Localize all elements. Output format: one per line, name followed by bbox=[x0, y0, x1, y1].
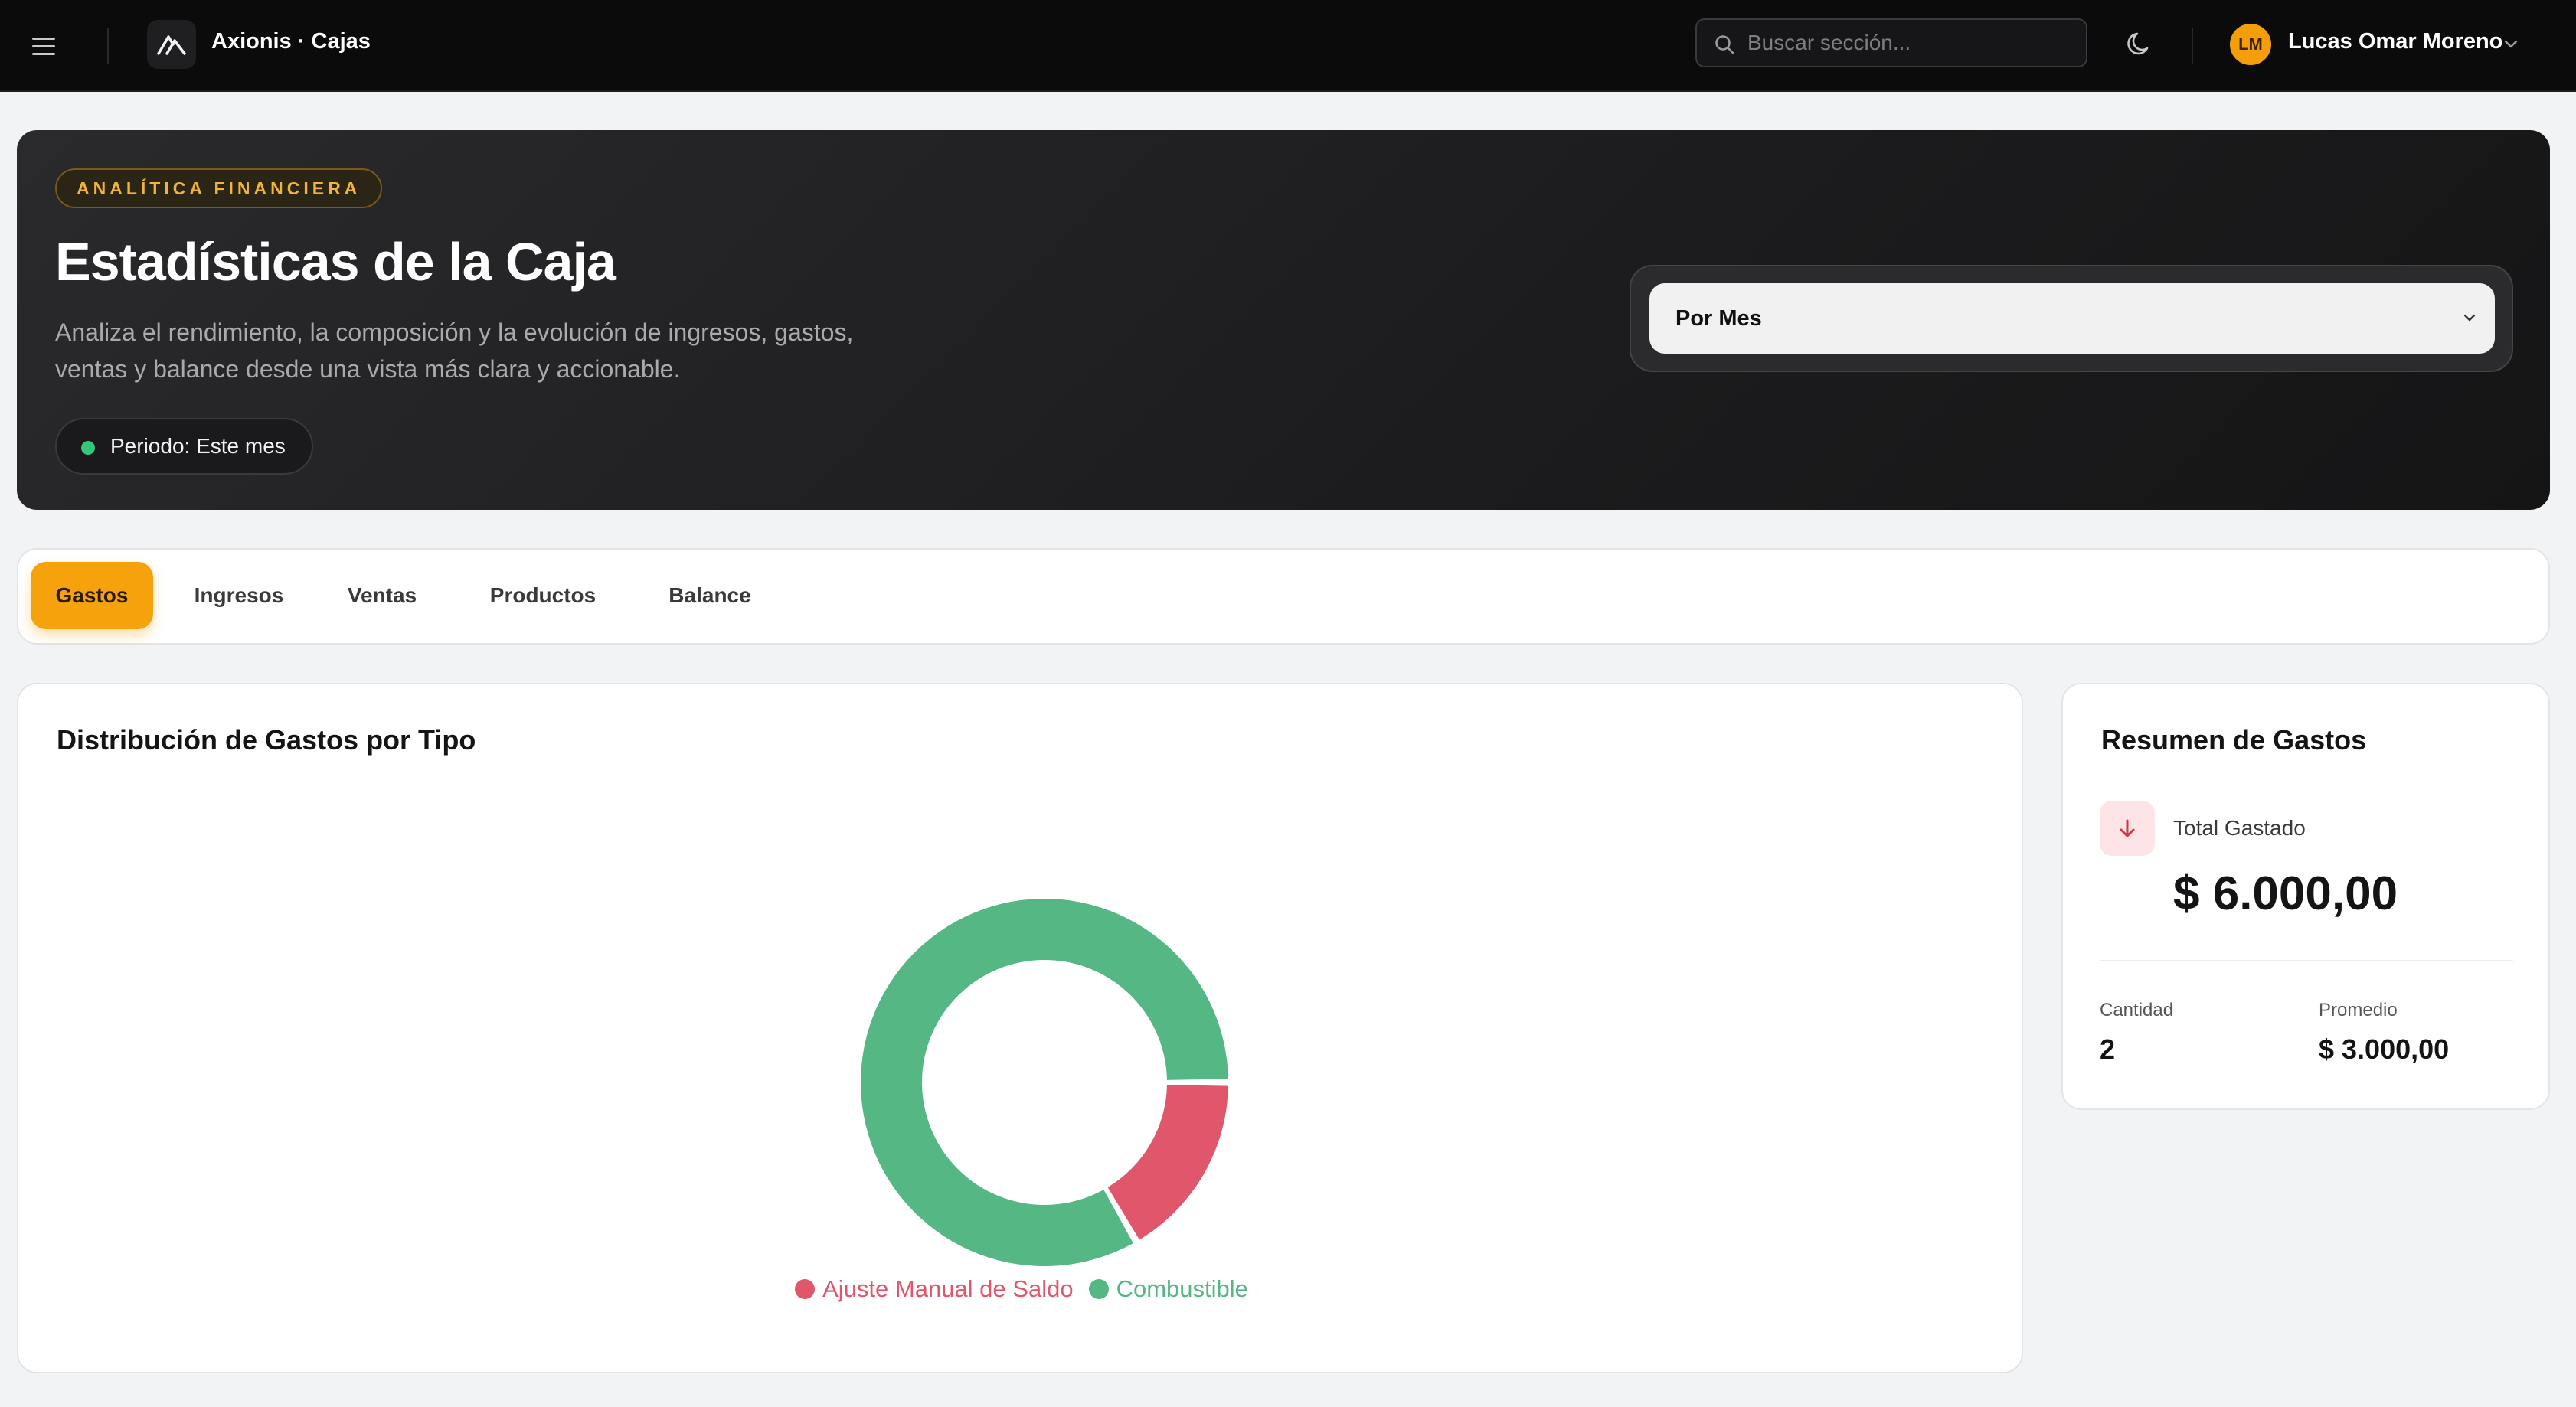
legend-label: Combustible bbox=[1116, 1275, 1248, 1302]
tab-ventas[interactable]: Ventas bbox=[325, 562, 440, 629]
tab-ingresos[interactable]: Ingresos bbox=[178, 562, 300, 629]
legend-label: Ajuste Manual de Saldo bbox=[822, 1275, 1074, 1302]
avatar[interactable]: LM bbox=[2230, 24, 2271, 65]
total-label: Total Gastado bbox=[2173, 816, 2306, 840]
chevron-down-icon[interactable] bbox=[2501, 34, 2521, 54]
count-label: Cantidad bbox=[2100, 1000, 2174, 1020]
count-value: 2 bbox=[2100, 1033, 2116, 1065]
donut-slice-1[interactable] bbox=[1107, 1085, 1228, 1240]
topbar-divider bbox=[107, 28, 109, 64]
tab-gastos[interactable]: Gastos bbox=[31, 562, 153, 629]
search-input[interactable] bbox=[1747, 31, 2069, 55]
hero-panel: ANALÍTICA FINANCIERA Estadísticas de la … bbox=[17, 130, 2550, 510]
period-select-container: Por Mes bbox=[1630, 265, 2513, 372]
period-label: Periodo: Este mes bbox=[110, 434, 286, 458]
tab-productos[interactable]: Productos bbox=[463, 562, 623, 629]
tab-balance[interactable]: Balance bbox=[645, 562, 775, 629]
user-name[interactable]: Lucas Omar Moreno bbox=[2288, 29, 2502, 54]
period-select[interactable]: Por Mes bbox=[1649, 283, 2495, 354]
chevron-down-icon bbox=[2463, 314, 2476, 322]
logo-icon[interactable] bbox=[147, 20, 196, 69]
brand-name[interactable]: Axionis · Cajas bbox=[211, 29, 371, 54]
total-value: $ 6.000,00 bbox=[2173, 867, 2398, 920]
top-bar: Axionis · Cajas LM Lucas Omar Moreno bbox=[0, 0, 2576, 92]
average-label: Promedio bbox=[2319, 1000, 2398, 1020]
chart-card: Distribución de Gastos por Tipo Ajuste M… bbox=[17, 683, 2023, 1373]
page-title: Estadísticas de la Caja bbox=[55, 232, 616, 292]
arrow-down-icon bbox=[2100, 801, 2155, 856]
moon-icon[interactable] bbox=[2124, 28, 2156, 60]
summary-title: Resumen de Gastos bbox=[2101, 724, 2367, 756]
page-description: Analiza el rendimiento, la composición y… bbox=[55, 318, 854, 383]
chart-legend: Ajuste Manual de Saldo Combustible bbox=[18, 1275, 2025, 1303]
section-tag: ANALÍTICA FINANCIERA bbox=[55, 168, 383, 208]
menu-icon[interactable] bbox=[29, 31, 60, 61]
period-select-value: Por Mes bbox=[1675, 305, 1762, 331]
divider bbox=[2100, 960, 2513, 961]
legend-item[interactable]: Combustible bbox=[1088, 1275, 1248, 1303]
status-dot bbox=[81, 441, 95, 455]
period-badge: Periodo: Este mes bbox=[55, 418, 313, 475]
tab-bar: Gastos Ingresos Ventas Productos Balance bbox=[17, 548, 2550, 645]
legend-dot bbox=[795, 1279, 816, 1299]
legend-item[interactable]: Ajuste Manual de Saldo bbox=[795, 1275, 1074, 1303]
summary-card: Resumen de Gastos Total Gastado $ 6.000,… bbox=[2061, 683, 2550, 1110]
donut-chart bbox=[861, 899, 1228, 1266]
legend-dot bbox=[1088, 1279, 1109, 1299]
average-value: $ 3.000,00 bbox=[2319, 1033, 2450, 1065]
search-icon bbox=[1715, 35, 1734, 54]
chart-title: Distribución de Gastos por Tipo bbox=[57, 724, 476, 756]
topbar-divider bbox=[2192, 28, 2193, 64]
search-box[interactable] bbox=[1695, 18, 2087, 67]
